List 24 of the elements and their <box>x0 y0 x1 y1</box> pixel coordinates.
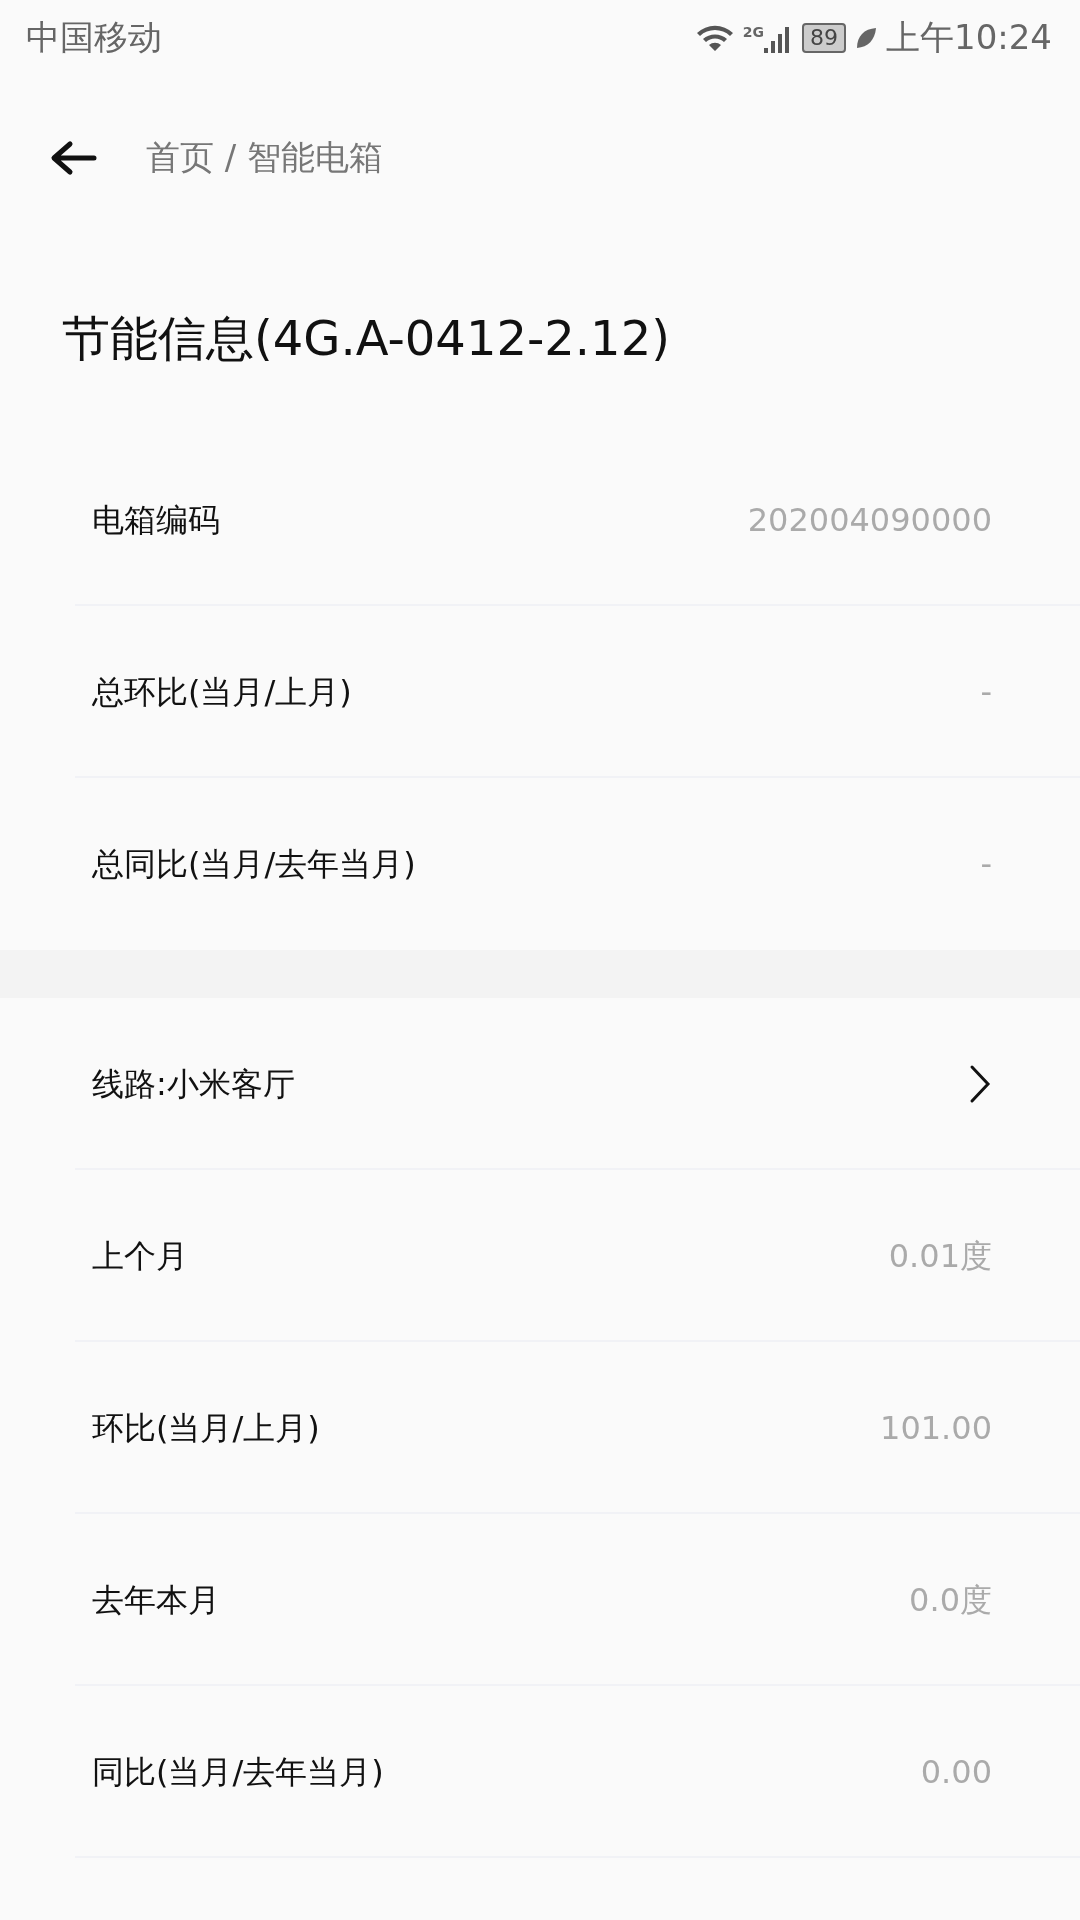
row-value: 202004090000 <box>747 500 992 541</box>
row-label: 总同比(当月/去年当月) <box>92 844 416 885</box>
row-value: - <box>980 672 992 713</box>
clock-time: 上午10:24 <box>886 16 1052 59</box>
network-type: 2G <box>742 23 764 42</box>
carrier-name: 中国移动 <box>26 16 162 59</box>
chevron-right-icon <box>968 1064 992 1104</box>
row-value: 0.0度 <box>909 1580 992 1621</box>
row-value: 0.01度 <box>888 1236 992 1277</box>
row-label: 线路:小米客厅 <box>92 1064 295 1105</box>
row-label: 总环比(当月/上月) <box>92 672 352 713</box>
battery-level: 89 <box>802 22 846 53</box>
row-label: 上个月 <box>92 1236 188 1277</box>
row-label: 电箱编码 <box>92 500 220 541</box>
page-title: 节能信息(4G.A-0412-2.12) <box>61 309 671 368</box>
line-row[interactable]: 线路:小米客厅 <box>0 998 1080 1170</box>
row-label: 同比(当月/去年当月) <box>92 1752 384 1793</box>
row-label: 去年本月 <box>92 1580 220 1621</box>
breadcrumb: 首页 / 智能电箱 <box>146 136 384 179</box>
row-value: 101.00 <box>880 1408 992 1449</box>
row-value: - <box>980 844 992 885</box>
leaf-icon <box>854 25 878 50</box>
row-label: 环比(当月/上月) <box>92 1408 320 1449</box>
row-value: 0.00 <box>920 1752 992 1793</box>
